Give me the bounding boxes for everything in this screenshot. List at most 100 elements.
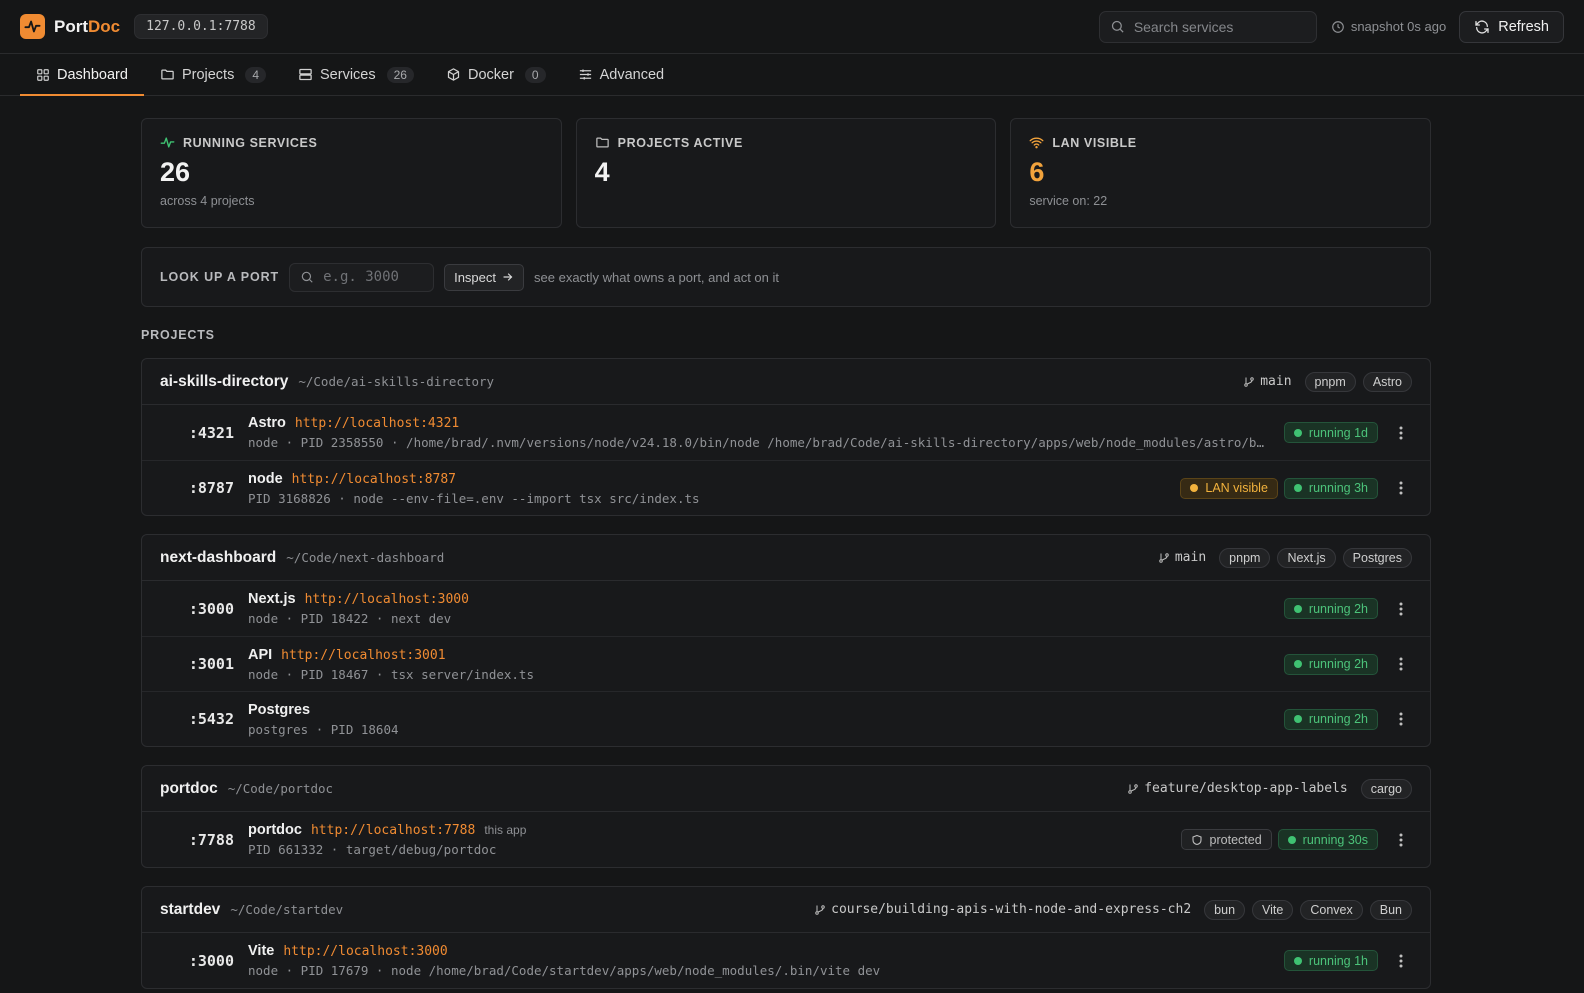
service-name: Postgres <box>248 701 311 718</box>
git-branch-icon <box>1244 376 1254 387</box>
clock-icon <box>1331 20 1344 33</box>
grid-icon <box>37 68 49 81</box>
stat-value: 4 <box>594 157 610 187</box>
service-url-link[interactable]: http://localhost:3000 <box>305 592 469 607</box>
badge-text: running 1h <box>1308 953 1368 968</box>
more-menu-icon[interactable] <box>1394 602 1408 616</box>
running-status-badge: running 1h <box>1283 950 1378 971</box>
project-name[interactable]: startdev <box>160 901 220 919</box>
service-url-link[interactable]: http://localhost:3001 <box>281 648 445 663</box>
project-name[interactable]: next-dashboard <box>160 549 276 567</box>
project-branch: feature/desktop-app-labels <box>1127 781 1348 796</box>
box-icon <box>447 68 460 81</box>
service-row[interactable]: :8787 node http://localhost:8787 PID 316882… <box>142 460 1430 515</box>
service-badges: running 2h <box>1283 708 1378 730</box>
service-port: :3000 <box>188 951 234 970</box>
service-badges: running 1h <box>1283 950 1378 971</box>
more-menu-icon[interactable] <box>1394 712 1408 726</box>
tab-dashboard[interactable]: Dashboard <box>20 54 144 96</box>
project-tag: bun <box>1204 899 1246 920</box>
service-badges: running 2h <box>1283 653 1378 675</box>
status-dot <box>1293 484 1302 492</box>
lookup-label: LOOK UP A PORT <box>160 270 280 284</box>
service-port: :3000 <box>188 599 234 618</box>
refresh-button[interactable]: Refresh <box>1459 10 1564 43</box>
tab-label: Dashboard <box>57 66 128 83</box>
project-tag: Convex <box>1300 899 1363 920</box>
stat-sub: service on: 22 <box>1029 194 1108 208</box>
inspect-label: Inspect <box>454 269 497 285</box>
project-branch: course/building-apis-with-node-and-expre… <box>814 902 1191 917</box>
tab-projects[interactable]: Projects 4 <box>144 54 282 95</box>
shield-icon <box>1191 834 1202 845</box>
service-detail: node · PID 18467 · tsx server/index.ts <box>248 666 534 682</box>
project-tag: pnpm <box>1304 371 1356 392</box>
tab-advanced[interactable]: Advanced <box>562 54 681 95</box>
git-branch-icon <box>815 904 825 915</box>
project-header: next-dashboard ~/Code/next-dashboard main p… <box>142 535 1430 581</box>
project-tag: cargo <box>1360 778 1412 799</box>
status-dot <box>1293 956 1302 965</box>
port-lookup-input[interactable] <box>323 269 414 285</box>
project-card: startdev ~/Code/startdev course/building-a… <box>141 886 1431 989</box>
service-port: :3001 <box>188 655 234 673</box>
service-row[interactable]: :3000 Next.js http://localhost:3000 node · … <box>142 581 1430 636</box>
git-branch-icon <box>1159 552 1169 563</box>
project-path: ~/Code/ai-skills-directory <box>298 374 495 389</box>
inspect-button[interactable]: Inspect <box>444 263 525 291</box>
service-url-link[interactable]: http://localhost:8787 <box>292 472 456 487</box>
more-menu-icon[interactable] <box>1394 833 1408 847</box>
more-menu-icon[interactable] <box>1394 657 1408 671</box>
project-tag: pnpm <box>1219 547 1271 568</box>
port-lookup-field[interactable] <box>289 262 435 292</box>
tab-services[interactable]: Services 26 <box>282 54 430 95</box>
search-input[interactable] <box>1133 18 1294 35</box>
port-lookup: LOOK UP A PORT Inspect see exactly what … <box>141 247 1431 307</box>
project-tag: Astro <box>1362 371 1412 392</box>
stats-row: RUNNING SERVICES 26 across 4 projects PR… <box>141 118 1432 228</box>
service-port: :8787 <box>188 479 234 497</box>
service-port: :7788 <box>188 830 234 849</box>
wifi-icon <box>1029 137 1044 149</box>
service-row[interactable]: :7788 portdoc http://localhost:7788 this ap… <box>142 812 1430 867</box>
server-address: 127.0.0.1:7788 <box>134 14 268 39</box>
project-name[interactable]: portdoc <box>160 780 218 798</box>
status-dot <box>1287 835 1296 844</box>
service-note: this app <box>484 823 527 837</box>
folder-icon <box>161 69 174 80</box>
tab-docker[interactable]: Docker 0 <box>430 54 562 95</box>
service-detail: node · PID 2358550 · /home/brad/.nvm/ver… <box>248 435 1270 450</box>
service-url-link[interactable]: http://localhost:7788 <box>311 823 475 838</box>
stat-label: PROJECTS ACTIVE <box>617 135 743 150</box>
service-row[interactable]: :3001 API http://localhost:3001 node · PID … <box>142 636 1430 691</box>
search-box[interactable] <box>1098 10 1317 43</box>
more-menu-icon[interactable] <box>1394 481 1408 495</box>
search-icon <box>301 271 313 283</box>
badge-text: protected <box>1209 832 1262 847</box>
service-detail: postgres · PID 18604 <box>248 721 399 737</box>
badge-text: running 2h <box>1308 657 1368 671</box>
service-name: API <box>248 646 273 663</box>
protected-badge: protected <box>1180 829 1272 850</box>
project-tag: Postgres <box>1342 547 1412 568</box>
project-path: ~/Code/portdoc <box>227 781 334 796</box>
running-status-badge: running 2h <box>1283 708 1378 730</box>
project-name[interactable]: ai-skills-directory <box>160 373 288 391</box>
refresh-label: Refresh <box>1498 18 1549 35</box>
project-card: portdoc ~/Code/portdoc feature/desktop-app… <box>141 765 1431 868</box>
more-menu-icon[interactable] <box>1394 426 1408 440</box>
arrow-right-icon <box>503 273 513 281</box>
service-url-link[interactable]: http://localhost:4321 <box>295 416 459 431</box>
status-dot <box>1293 428 1302 437</box>
stat-label: RUNNING SERVICES <box>183 135 318 150</box>
more-menu-icon[interactable] <box>1394 954 1408 968</box>
badge-text: running 1d <box>1308 425 1368 440</box>
stat-label: LAN VISIBLE <box>1052 135 1137 150</box>
service-row[interactable]: :3000 Vite http://localhost:3000 node · PID… <box>142 933 1430 988</box>
service-row[interactable]: :5432 Postgres postgres · PID 18604 running… <box>142 691 1430 746</box>
service-badges: LAN visible running 3h <box>1180 477 1378 499</box>
service-url-link[interactable]: http://localhost:3000 <box>283 944 447 959</box>
badge-text: LAN visible <box>1205 481 1268 495</box>
nav-tabs: Dashboard Projects 4 Services 26 Docker … <box>0 54 1584 96</box>
service-row[interactable]: :4321 Astro http://localhost:4321 node · PI… <box>142 405 1430 460</box>
